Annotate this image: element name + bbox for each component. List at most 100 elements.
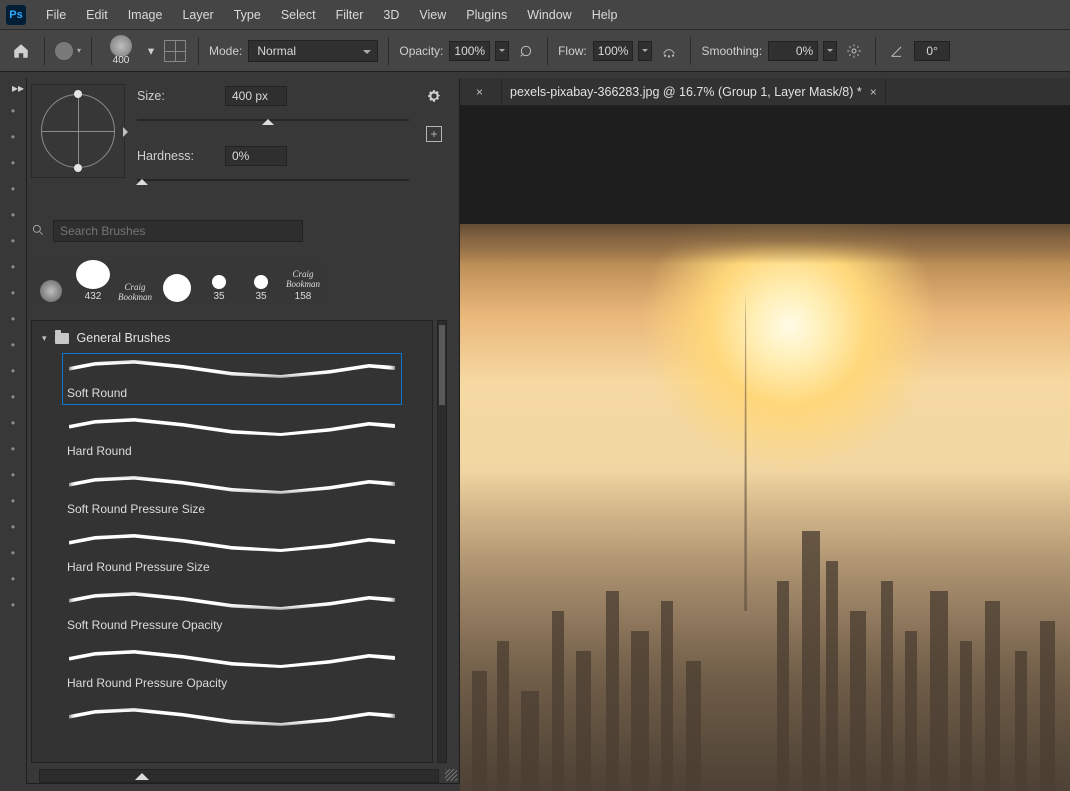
tool-stub[interactable]: • [0, 124, 26, 150]
menu-bar: Ps FileEditImageLayerTypeSelectFilter3DV… [0, 0, 1070, 30]
opacity-caret-icon[interactable] [495, 41, 509, 61]
brush-item[interactable]: Hard Round Pressure Opacity [62, 643, 402, 695]
brush-angle-icon[interactable] [886, 40, 908, 62]
divider [690, 37, 691, 65]
tool-preset-picker[interactable]: ▾ [55, 42, 81, 60]
tool-stub[interactable]: • [0, 566, 26, 592]
brush-item[interactable]: Soft Round Pressure Size [62, 469, 402, 521]
panel-menu-icon[interactable] [426, 88, 442, 104]
document-tab[interactable]: × [460, 78, 502, 105]
tool-stub[interactable]: • [0, 150, 26, 176]
tool-stub[interactable]: • [0, 176, 26, 202]
opacity-pressure-icon[interactable] [515, 40, 537, 62]
tool-stub[interactable]: • [0, 384, 26, 410]
recent-brush-swatch[interactable] [157, 260, 197, 304]
tool-stub[interactable]: • [0, 436, 26, 462]
blend-mode-dropdown[interactable]: Normal [248, 40, 378, 62]
hardness-value[interactable]: 0% [225, 146, 287, 166]
brush-stroke-preview [63, 412, 401, 440]
menu-edit[interactable]: Edit [76, 4, 118, 26]
size-value[interactable]: 400 px [225, 86, 287, 106]
brush-stroke-preview [63, 354, 401, 382]
new-brush-icon[interactable]: + [426, 126, 442, 142]
brush-angle-value[interactable]: 0° [914, 41, 950, 61]
brush-list-scrollbar[interactable] [437, 320, 447, 763]
recent-brush-swatch[interactable]: Craig Bookman [115, 260, 155, 304]
hardness-label: Hardness: [137, 149, 217, 163]
recent-brush-swatch[interactable]: 35 [241, 260, 281, 304]
tool-stub[interactable]: • [0, 358, 26, 384]
tool-stub[interactable]: • [0, 410, 26, 436]
close-icon[interactable]: × [476, 85, 483, 99]
home-icon[interactable] [8, 38, 34, 64]
menu-image[interactable]: Image [118, 4, 173, 26]
menu-window[interactable]: Window [517, 4, 581, 26]
menu-plugins[interactable]: Plugins [456, 4, 517, 26]
close-icon[interactable]: × [870, 85, 877, 99]
tool-stub[interactable]: • [0, 306, 26, 332]
tool-stub[interactable]: • [0, 514, 26, 540]
brush-tip-angle-widget[interactable] [31, 84, 125, 178]
mode-label: Mode: [209, 44, 242, 58]
smoothing-value[interactable]: 0% [768, 41, 818, 61]
brush-item[interactable]: Hard Round Pressure Size [62, 527, 402, 579]
divider [875, 37, 876, 65]
brush-item[interactable] [62, 701, 402, 731]
brush-item[interactable]: Hard Round [62, 411, 402, 463]
search-brushes-input[interactable] [53, 220, 303, 242]
airbrush-icon[interactable] [658, 40, 680, 62]
tool-stub[interactable]: • [0, 592, 26, 618]
brush-preset-caret-icon[interactable]: ▾ [146, 38, 156, 64]
menu-select[interactable]: Select [271, 4, 326, 26]
opacity-value[interactable]: 100% [449, 41, 490, 61]
divider [91, 37, 92, 65]
folder-icon [55, 333, 69, 344]
smoothing-options-icon[interactable] [843, 40, 865, 62]
smoothing-caret-icon[interactable] [823, 41, 837, 61]
tool-stub[interactable]: • [0, 254, 26, 280]
expand-panels-icon[interactable]: ▸▸ [0, 78, 26, 98]
recent-brush-swatch[interactable]: 432 [73, 260, 113, 304]
menu-filter[interactable]: Filter [326, 4, 374, 26]
brush-preset-picker[interactable]: 400 [102, 33, 140, 69]
brush-group-header[interactable]: ▾ General Brushes [32, 327, 432, 349]
menu-view[interactable]: View [409, 4, 456, 26]
brush-item-label: Hard Round Pressure Size [63, 556, 401, 578]
tool-stub[interactable]: • [0, 98, 26, 124]
app-logo: Ps [6, 5, 26, 25]
recent-brush-swatch[interactable]: 35 [199, 260, 239, 304]
tool-stub[interactable]: • [0, 540, 26, 566]
tool-stub[interactable]: • [0, 462, 26, 488]
menu-layer[interactable]: Layer [172, 4, 223, 26]
tool-stub[interactable]: • [0, 488, 26, 514]
menu-3d[interactable]: 3D [373, 4, 409, 26]
brush-stroke-preview [63, 702, 401, 730]
document-canvas[interactable] [460, 106, 1070, 791]
menu-type[interactable]: Type [224, 4, 271, 26]
size-slider[interactable] [137, 116, 409, 124]
document-tab[interactable]: pexels-pixabay-366283.jpg @ 16.7% (Group… [502, 78, 886, 105]
menu-file[interactable]: File [36, 4, 76, 26]
brush-stroke-preview [63, 586, 401, 614]
brush-thumbnail-size-slider[interactable] [39, 769, 439, 783]
brush-settings-panel-button[interactable] [162, 38, 188, 64]
panel-resize-handle[interactable] [445, 769, 457, 781]
size-label: Size: [137, 89, 217, 103]
chevron-down-icon: ▾ [42, 333, 47, 344]
flow-value[interactable]: 100% [593, 41, 634, 61]
hardness-slider[interactable] [137, 176, 409, 184]
tool-stub[interactable]: • [0, 202, 26, 228]
recent-brush-swatch[interactable]: Craig Bookman158 [283, 260, 323, 304]
brush-item[interactable]: Soft Round Pressure Opacity [62, 585, 402, 637]
recent-brush-swatch[interactable] [31, 260, 71, 304]
menu-help[interactable]: Help [582, 4, 628, 26]
hardness-control: Hardness: 0% [137, 146, 409, 184]
brush-group-label: General Brushes [77, 331, 171, 345]
tool-stub[interactable]: • [0, 228, 26, 254]
search-icon [31, 223, 45, 240]
brush-item[interactable]: Soft Round [62, 353, 402, 405]
flow-caret-icon[interactable] [638, 41, 652, 61]
divider [547, 37, 548, 65]
tool-stub[interactable]: • [0, 280, 26, 306]
tool-stub[interactable]: • [0, 332, 26, 358]
